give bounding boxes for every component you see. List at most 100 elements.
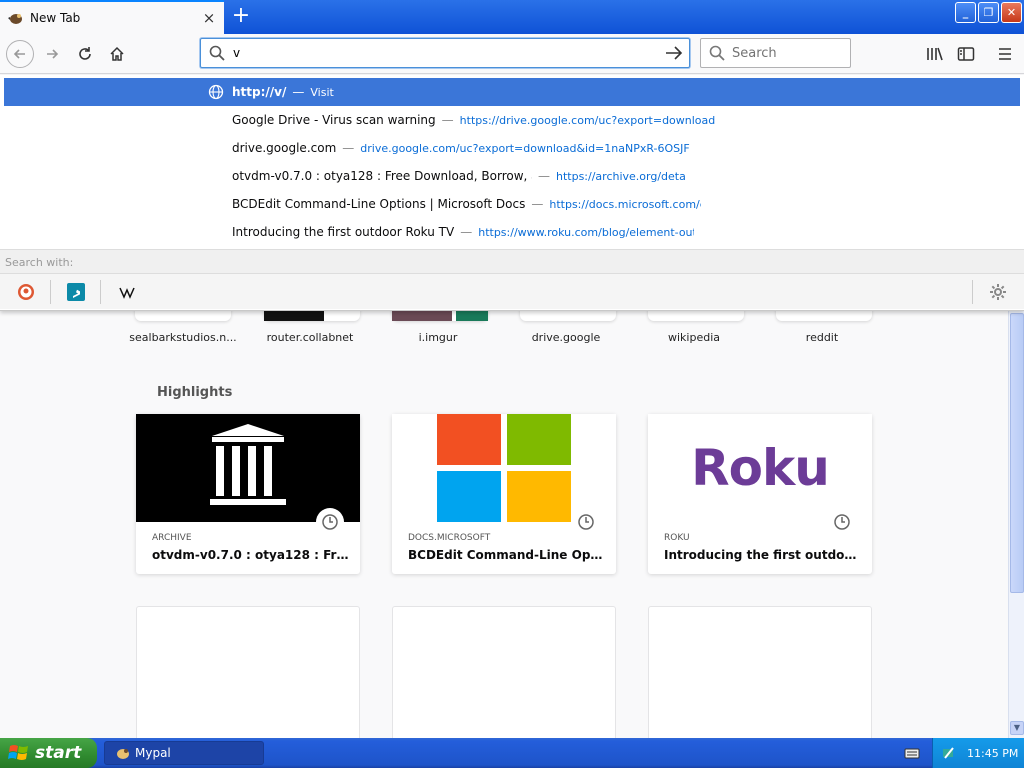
mypal-icon	[117, 749, 129, 759]
back-arrow-icon	[13, 49, 25, 59]
url-bar[interactable]	[200, 38, 690, 68]
highlight-card-microsoft[interactable]: DOCS.MICROSOFT BCDEdit Command-Line Opti…	[392, 414, 616, 574]
top-site-label[interactable]: router.collabnet	[254, 331, 366, 344]
card-source: ROKU	[664, 533, 690, 543]
reload-icon	[79, 47, 91, 60]
system-tray: 11:45 PM	[932, 738, 1024, 768]
search-icon	[209, 45, 225, 61]
autocomplete-row[interactable]: otvdm-v0.7.0 : otya128 : Free Download, …	[4, 162, 1020, 190]
start-label: start	[35, 743, 82, 763]
highlight-card-archive[interactable]: ARCHIVE otvdm-v0.7.0 : otya128 : Free D.…	[136, 414, 360, 574]
engine-divider	[972, 280, 973, 304]
vertical-scrollbar[interactable]: ▼	[1008, 311, 1024, 738]
minimize-button[interactable]: _	[955, 2, 976, 23]
gear-icon	[990, 284, 1006, 300]
roku-logo: Roku	[648, 414, 872, 522]
navigation-toolbar: Search	[0, 34, 1024, 74]
window-controls: _ ❐ ✕	[955, 2, 1022, 23]
reload-button[interactable]	[71, 40, 99, 68]
card-source: ARCHIVE	[152, 533, 192, 543]
taskbar-item-mypal[interactable]: Mypal	[104, 741, 264, 765]
autocomplete-title: drive.google.com	[232, 141, 337, 155]
close-window-button[interactable]: ✕	[1001, 2, 1022, 23]
autocomplete-separator: —	[292, 85, 305, 99]
clock-icon	[316, 508, 344, 536]
autocomplete-row[interactable]: http://v/ — Visit	[4, 78, 1020, 106]
taskbar-item-label: Mypal	[135, 746, 171, 760]
top-site-label[interactable]: reddit	[766, 331, 878, 344]
forward-button[interactable]	[38, 40, 66, 68]
autocomplete-separator: —	[538, 169, 550, 183]
globe-icon	[208, 84, 224, 100]
duckduckgo-engine-button[interactable]	[16, 282, 36, 302]
menu-button[interactable]	[995, 44, 1015, 64]
autocomplete-title: http://v/	[232, 85, 287, 99]
card-title: Introducing the first outdoor Ro...	[664, 548, 864, 562]
wikipedia-icon	[119, 287, 135, 299]
search-bar[interactable]: Search	[700, 38, 851, 68]
start-button[interactable]: start	[0, 738, 97, 768]
autocomplete-url: https://drive.google.com/uc?export=downl…	[459, 113, 716, 127]
autocomplete-title: BCDEdit Command-Line Options | Microsoft…	[232, 197, 526, 211]
tab-title: New Tab	[30, 11, 81, 25]
url-input[interactable]	[233, 44, 653, 62]
autocomplete-row[interactable]: Introducing the first outdoor Roku TV — …	[4, 218, 1020, 246]
bing-engine-button[interactable]	[66, 282, 86, 302]
scroll-down-arrow-icon[interactable]: ▼	[1010, 721, 1024, 735]
roku-logo-text: Roku	[691, 439, 830, 497]
top-site-label[interactable]: wikipedia	[638, 331, 750, 344]
empty-highlight-card	[136, 606, 360, 738]
archive-logo-icon	[136, 414, 360, 522]
card-title: otvdm-v0.7.0 : otya128 : Free D...	[152, 548, 352, 562]
engine-divider	[100, 280, 101, 304]
empty-highlight-card	[648, 606, 872, 738]
autocomplete-row[interactable]: BCDEdit Command-Line Options | Microsoft…	[4, 190, 1020, 218]
search-with-label: Search with:	[0, 249, 1024, 273]
search-icon	[709, 45, 725, 61]
clock-time: 11:45 PM	[967, 746, 1019, 760]
autocomplete-separator: —	[460, 225, 473, 239]
windows-taskbar: start Mypal 11:45 PM	[0, 738, 1024, 768]
url-autocomplete-popup: http://v/ — Visit Google Drive - Virus s…	[0, 75, 1024, 311]
microsoft-logo-icon	[392, 414, 616, 522]
duckduckgo-icon	[18, 284, 34, 300]
one-off-search-engines	[0, 273, 1024, 309]
wikipedia-engine-button[interactable]	[117, 282, 137, 302]
card-title: BCDEdit Command-Line Options ...	[408, 548, 608, 562]
home-button[interactable]	[103, 40, 131, 68]
autocomplete-row[interactable]: Google Drive - Virus scan warning — http…	[4, 106, 1020, 134]
autocomplete-title: otvdm-v0.7.0 : otya128 : Free Download, …	[232, 169, 532, 183]
sidebar-button[interactable]	[956, 44, 976, 64]
autocomplete-title: Introducing the first outdoor Roku TV	[232, 225, 455, 239]
library-icon	[927, 47, 943, 61]
search-settings-button[interactable]	[988, 282, 1008, 302]
clock-icon	[828, 508, 856, 536]
autocomplete-separator: —	[342, 141, 355, 155]
back-button[interactable]	[6, 40, 34, 68]
keyboard-icon[interactable]	[904, 746, 920, 760]
autocomplete-url: https://archive.org/detail	[556, 169, 686, 183]
clock-icon	[572, 508, 600, 536]
tab-strip: New Tab × + _ ❐ ✕	[0, 0, 1024, 34]
highlight-card-roku[interactable]: Roku ROKU Introducing the first outdoor …	[648, 414, 872, 574]
new-tab-button[interactable]: +	[228, 4, 254, 30]
autocomplete-row[interactable]: drive.google.com — drive.google.com/uc?e…	[4, 134, 1020, 162]
autocomplete-separator: —	[531, 197, 544, 211]
bing-icon	[67, 283, 85, 301]
empty-highlight-card	[392, 606, 616, 738]
autocomplete-title: Google Drive - Virus scan warning	[232, 113, 436, 127]
autocomplete-url: https://docs.microsoft.com/en	[549, 197, 702, 211]
network-icon[interactable]	[941, 745, 957, 761]
tab-new-tab[interactable]: New Tab ×	[0, 0, 224, 34]
go-arrow-icon[interactable]	[665, 45, 683, 61]
scrollbar-thumb[interactable]	[1010, 313, 1024, 593]
top-site-label[interactable]: i.imgur	[382, 331, 494, 344]
library-button[interactable]	[925, 44, 945, 64]
top-site-label[interactable]: drive.google	[510, 331, 622, 344]
autocomplete-action: Visit	[310, 85, 334, 99]
tab-close-icon[interactable]: ×	[202, 11, 216, 26]
maximize-button[interactable]: ❐	[978, 2, 999, 23]
home-icon	[110, 46, 124, 61]
top-site-label[interactable]: sealbarkstudios.n...	[127, 331, 239, 344]
mypal-icon	[8, 14, 22, 24]
